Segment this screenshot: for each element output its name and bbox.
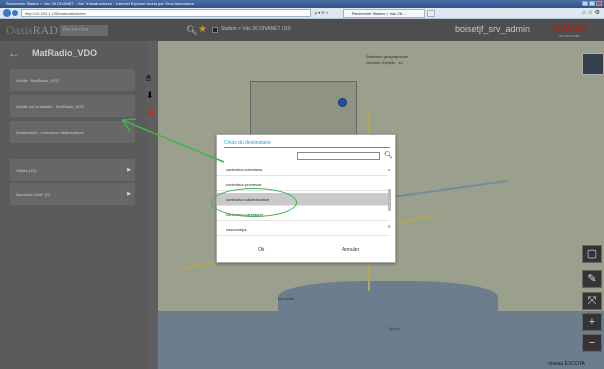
search-icon[interactable]: 🔍︎ [384, 151, 393, 159]
new-tab-button[interactable] [427, 10, 435, 17]
back-arrow-icon[interactable] [3, 9, 11, 17]
annotation-arrow-icon [121, 118, 225, 163]
dialog-title-divider [224, 147, 390, 148]
minimize-button[interactable] [582, 1, 588, 6]
highlight-oval [211, 188, 297, 217]
maximize-button[interactable] [589, 1, 595, 6]
close-button[interactable] [596, 1, 602, 6]
browser-tools-icons[interactable]: ⌂ ☆ ⚙ [582, 9, 600, 16]
address-bar[interactable]: http://10.202.1.128/matradio/index [21, 9, 311, 17]
window-controls [582, 1, 602, 6]
dialog-search-input[interactable] [297, 152, 380, 160]
address-controls[interactable]: ρ ▾ ⟳ × [315, 9, 337, 17]
chevron-down-icon[interactable]: v [388, 224, 391, 230]
browser-toolbar: http://10.202.1.128/matradio/index ρ ▾ ⟳… [0, 8, 604, 19]
list-scrollbar[interactable]: ^ v [388, 169, 392, 241]
ok-button[interactable]: Ok [258, 247, 264, 253]
window-title-bar: Recherche Station > Vdc 26 DIVANET - Voi… [0, 0, 604, 8]
list-item[interactable]: controleur-cotedazur [217, 163, 388, 176]
chevron-up-icon[interactable]: ^ [388, 169, 390, 175]
forward-arrow-icon[interactable] [12, 10, 18, 16]
scrollbar-thumb[interactable] [388, 189, 391, 211]
window-title: Recherche Station > Vdc 26 DIVANET - Voi… [6, 1, 194, 6]
dialog-title: Choix du destinataire [224, 140, 271, 146]
list-item[interactable]: criscomepa [217, 223, 388, 236]
cancel-button[interactable]: Annuler [342, 247, 359, 253]
browser-tab[interactable]: Recherche Station > Vdc 26 ... [343, 9, 425, 18]
